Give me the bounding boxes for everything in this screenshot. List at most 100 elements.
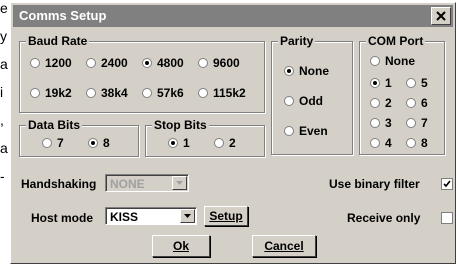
radio-label: 8 [421,136,428,150]
radio-indicator [370,118,380,128]
radio-indicator [42,138,52,148]
cancel-button[interactable]: Cancel [252,235,316,257]
baud-38k4-radio[interactable]: 38k4 [86,86,128,100]
baud-19k2-radio[interactable]: 19k2 [30,86,72,100]
radio-label: 57k6 [157,86,184,100]
radio-indicator [370,56,380,66]
baud-1200-radio[interactable]: 1200 [30,56,72,70]
com-4-radio[interactable]: 4 [370,136,392,150]
com-6-radio[interactable]: 6 [406,96,428,110]
dialog-title: Comms Setup [19,8,107,23]
ok-button[interactable]: Ok [152,235,210,257]
com-5-radio[interactable]: 5 [406,76,428,90]
setup-button-label: Setup [209,209,243,223]
com-8-radio[interactable]: 8 [406,136,428,150]
close-icon [436,11,446,21]
radio-label: 2 [229,136,236,150]
chevron-down-icon [176,181,183,185]
radio-indicator [86,88,96,98]
baud-115k2-radio[interactable]: 115k2 [198,86,246,100]
radio-label: 4800 [157,56,184,70]
close-button[interactable] [431,7,451,25]
com-none-radio[interactable]: None [370,54,415,68]
baud-9600-radio[interactable]: 9600 [198,56,240,70]
com-3-radio[interactable]: 3 [370,116,392,130]
radio-indicator [284,126,294,136]
radio-label: 2 [385,96,392,110]
radio-label: 8 [103,136,110,150]
radio-label: 1200 [45,56,72,70]
radio-label: 2400 [101,56,128,70]
handshaking-select[interactable]: NONE [105,174,189,192]
host-mode-value: KISS [110,210,139,224]
radio-indicator [86,58,96,68]
com-port-group: COM Port None 1 5 2 6 3 7 4 8 [359,34,445,155]
radio-indicator [370,138,380,148]
radio-indicator [406,118,416,128]
setup-button[interactable]: Setup [204,206,248,226]
radio-label: Odd [299,94,323,108]
use-binary-filter-label: Use binary filter [329,177,420,191]
radio-label: 6 [421,96,428,110]
radio-indicator [198,58,208,68]
radio-indicator [370,98,380,108]
host-mode-select[interactable]: KISS [105,207,197,225]
radio-indicator [406,78,416,88]
radio-label: None [299,64,329,78]
radio-indicator [284,96,294,106]
radio-label: 3 [385,116,392,130]
background-char: y [0,28,7,44]
radio-indicator [214,138,224,148]
radio-indicator [168,138,178,148]
radio-label: 9600 [213,56,240,70]
radio-indicator [142,88,152,98]
parity-even-radio[interactable]: Even [284,124,328,138]
radio-label: 1 [183,136,190,150]
radio-label: 38k4 [101,86,128,100]
com-2-radio[interactable]: 2 [370,96,392,110]
com-1-radio[interactable]: 1 [370,76,392,90]
use-binary-filter-checkbox[interactable] [441,178,453,190]
dropdown-button[interactable] [172,176,187,190]
stop-bits-1-radio[interactable]: 1 [168,136,190,150]
host-mode-label: Host mode [31,211,94,225]
cancel-button-label: Cancel [264,239,304,253]
parity-label: Parity [278,34,316,48]
receive-only-checkbox[interactable] [441,212,453,224]
parity-none-radio[interactable]: None [284,64,329,78]
radio-label: Even [299,124,328,138]
baud-rate-label: Baud Rate [26,34,90,48]
data-bits-label: Data Bits [26,118,83,132]
radio-indicator [88,138,98,148]
title-bar[interactable]: Comms Setup [13,5,453,27]
baud-2400-radio[interactable]: 2400 [86,56,128,70]
receive-only-label: Receive only [347,211,421,225]
stop-bits-group: Stop Bits 1 2 [145,118,265,157]
com-7-radio[interactable]: 7 [406,116,428,130]
background-char: e [0,0,8,16]
radio-label: 115k2 [213,86,246,100]
data-bits-8-radio[interactable]: 8 [88,136,110,150]
radio-label: 4 [385,136,392,150]
dropdown-button[interactable] [180,209,195,223]
background-char: , [0,112,4,128]
stop-bits-2-radio[interactable]: 2 [214,136,236,150]
baud-4800-radio[interactable]: 4800 [142,56,184,70]
radio-label: 19k2 [45,86,72,100]
parity-odd-radio[interactable]: Odd [284,94,323,108]
handshaking-label: Handshaking [21,177,97,191]
data-bits-7-radio[interactable]: 7 [42,136,64,150]
comms-setup-dialog: Comms Setup Baud Rate 1200 2400 4800 960… [10,2,456,264]
radio-label: 5 [421,76,428,90]
baud-57k6-radio[interactable]: 57k6 [142,86,184,100]
radio-label: 7 [421,116,428,130]
radio-indicator [406,98,416,108]
background-char: - [0,168,5,184]
ok-button-label: Ok [172,239,189,253]
data-bits-group: Data Bits 7 8 [19,118,139,157]
chevron-down-icon [184,214,191,218]
parity-group: Parity None Odd Even [271,34,353,155]
radio-indicator [30,88,40,98]
background-char: a [0,56,8,72]
radio-label: None [385,54,415,68]
